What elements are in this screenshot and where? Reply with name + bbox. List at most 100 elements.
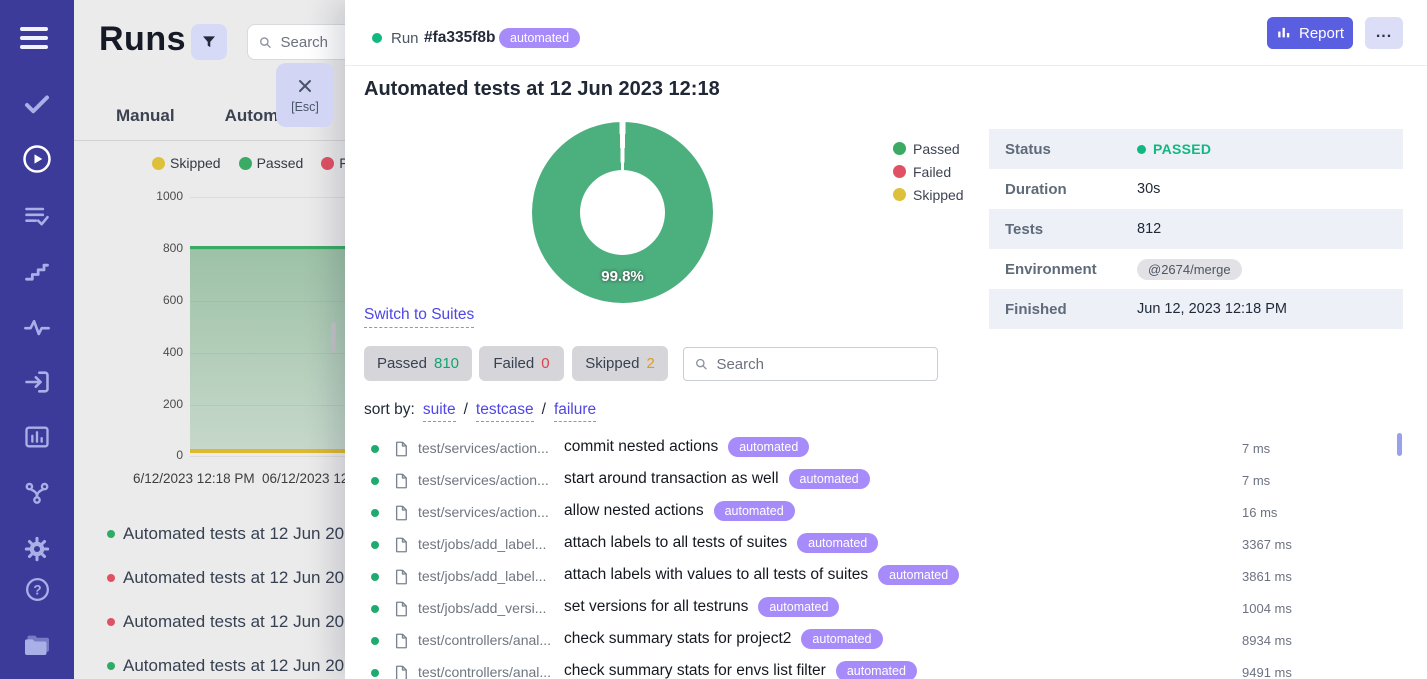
y-tick: 0 (138, 448, 183, 462)
report-chart-icon (1276, 25, 1292, 41)
results-donut-chart: 99.8% (532, 122, 713, 303)
y-tick: 800 (138, 241, 183, 255)
search-icon (694, 356, 708, 372)
test-row[interactable]: test/jobs/add_versi... set versions for … (345, 593, 1427, 625)
check-icon[interactable] (0, 90, 74, 120)
bar-chart-icon[interactable] (0, 423, 74, 451)
filter-failed-chip[interactable]: Failed0 (479, 346, 564, 381)
status-dot (371, 669, 379, 677)
scrollbar-thumb[interactable] (1397, 433, 1402, 456)
test-row[interactable]: test/controllers/anal... check summary s… (345, 657, 1427, 679)
file-icon (392, 472, 410, 490)
run-summary-table: Status PASSED Duration 30s Tests 812 Env… (989, 129, 1403, 329)
file-icon (392, 440, 410, 458)
sort-controls: sort by: suite/ testcase/ failure (364, 401, 596, 422)
test-duration: 7 ms (1242, 473, 1270, 488)
test-row[interactable]: test/services/action... allow nested act… (345, 497, 1427, 529)
status-dot (371, 477, 379, 485)
sort-by-failure[interactable]: failure (554, 401, 596, 422)
run-title: Automated tests at 12 Jun 2023 12:18 (364, 78, 720, 101)
run-status-dot (107, 574, 115, 582)
passed-dot (239, 157, 252, 170)
report-button[interactable]: Report (1267, 17, 1353, 49)
file-icon (392, 632, 410, 650)
test-duration: 8934 ms (1242, 633, 1292, 648)
passed-dot (1137, 145, 1146, 154)
switch-to-suites-link[interactable]: Switch to Suites (364, 306, 474, 328)
test-duration: 3367 ms (1242, 537, 1292, 552)
file-icon (392, 504, 410, 522)
status-dot (371, 637, 379, 645)
failed-dot (321, 157, 334, 170)
gear-icon[interactable] (0, 535, 74, 563)
test-row[interactable]: test/services/action... commit nested ac… (345, 433, 1427, 465)
menu-icon[interactable] (20, 27, 48, 54)
activity-icon[interactable] (0, 313, 74, 341)
run-status-dot (107, 662, 115, 670)
test-duration: 3861 ms (1242, 569, 1292, 584)
test-row[interactable]: test/jobs/add_label... attach labels wit… (345, 561, 1427, 593)
close-drawer-button[interactable]: [Esc] (276, 63, 334, 127)
test-row[interactable]: test/services/action... start around tra… (345, 465, 1427, 497)
automated-badge: automated (789, 469, 870, 489)
filter-button[interactable] (191, 24, 227, 60)
legend-item-passed[interactable]: Passed (239, 155, 304, 171)
file-icon (392, 568, 410, 586)
status-dot (371, 509, 379, 517)
automated-badge: automated (714, 501, 795, 521)
y-tick: 200 (138, 397, 183, 411)
sign-in-icon[interactable] (0, 368, 74, 396)
page-title: Runs (99, 20, 186, 59)
status-dot (371, 445, 379, 453)
chart-legend: Skipped Passed Failed (152, 155, 377, 171)
skipped-dot (893, 188, 906, 201)
summary-row-status: Status PASSED (989, 129, 1403, 169)
sort-label: sort by: (364, 401, 415, 419)
automated-badge: automated (797, 533, 878, 553)
test-row[interactable]: test/controllers/anal... check summary s… (345, 625, 1427, 657)
test-duration: 9491 ms (1242, 665, 1292, 679)
tests-search[interactable] (683, 347, 938, 381)
scrollbar-thumb[interactable] (331, 322, 336, 353)
sort-by-suite[interactable]: suite (423, 401, 456, 422)
legend-item-skipped[interactable]: Skipped (152, 155, 221, 171)
run-label: Run (391, 30, 419, 47)
test-duration: 7 ms (1242, 441, 1270, 456)
automated-badge: automated (878, 565, 959, 585)
legend-item-skipped[interactable]: Skipped (893, 186, 964, 203)
file-icon (392, 664, 410, 679)
status-value: PASSED (1153, 141, 1211, 157)
funnel-icon (200, 33, 218, 51)
run-status-dot (372, 33, 382, 43)
status-dot (371, 605, 379, 613)
tab-manual[interactable]: Manual (116, 106, 175, 126)
app-root: ? Runs Manual Automated Skipped Passed F… (0, 0, 1427, 679)
automated-badge: automated (758, 597, 839, 617)
skipped-dot (152, 157, 165, 170)
filter-skipped-chip[interactable]: Skipped2 (572, 346, 668, 381)
automated-badge: automated (801, 629, 882, 649)
test-row[interactable]: test/jobs/add_label... attach labels to … (345, 529, 1427, 561)
esc-hint: [Esc] (291, 100, 319, 114)
git-branch-icon[interactable] (0, 479, 74, 507)
sort-by-testcase[interactable]: testcase (476, 401, 534, 422)
summary-row-tests: Tests 812 (989, 209, 1403, 249)
steps-icon[interactable] (0, 257, 74, 285)
sidebar: ? (0, 0, 74, 679)
failed-dot (893, 165, 906, 178)
more-menu-button[interactable]: ... (1365, 17, 1403, 49)
legend-item-failed[interactable]: Failed (893, 163, 964, 180)
filter-passed-chip[interactable]: Passed810 (364, 346, 472, 381)
automated-badge: automated (836, 661, 917, 679)
x-tick: 6/12/2023 12:18 PM (133, 471, 255, 486)
tests-search-input[interactable] (716, 356, 927, 373)
list-check-icon[interactable] (0, 202, 74, 230)
x-tick: 06/12/2023 12 (262, 471, 348, 486)
folders-icon[interactable] (0, 630, 74, 660)
file-icon (392, 600, 410, 618)
legend-item-passed[interactable]: Passed (893, 140, 964, 157)
play-circle-icon[interactable] (0, 144, 74, 174)
help-icon[interactable]: ? (0, 576, 74, 603)
search-icon (258, 34, 273, 51)
y-tick: 600 (138, 293, 183, 307)
